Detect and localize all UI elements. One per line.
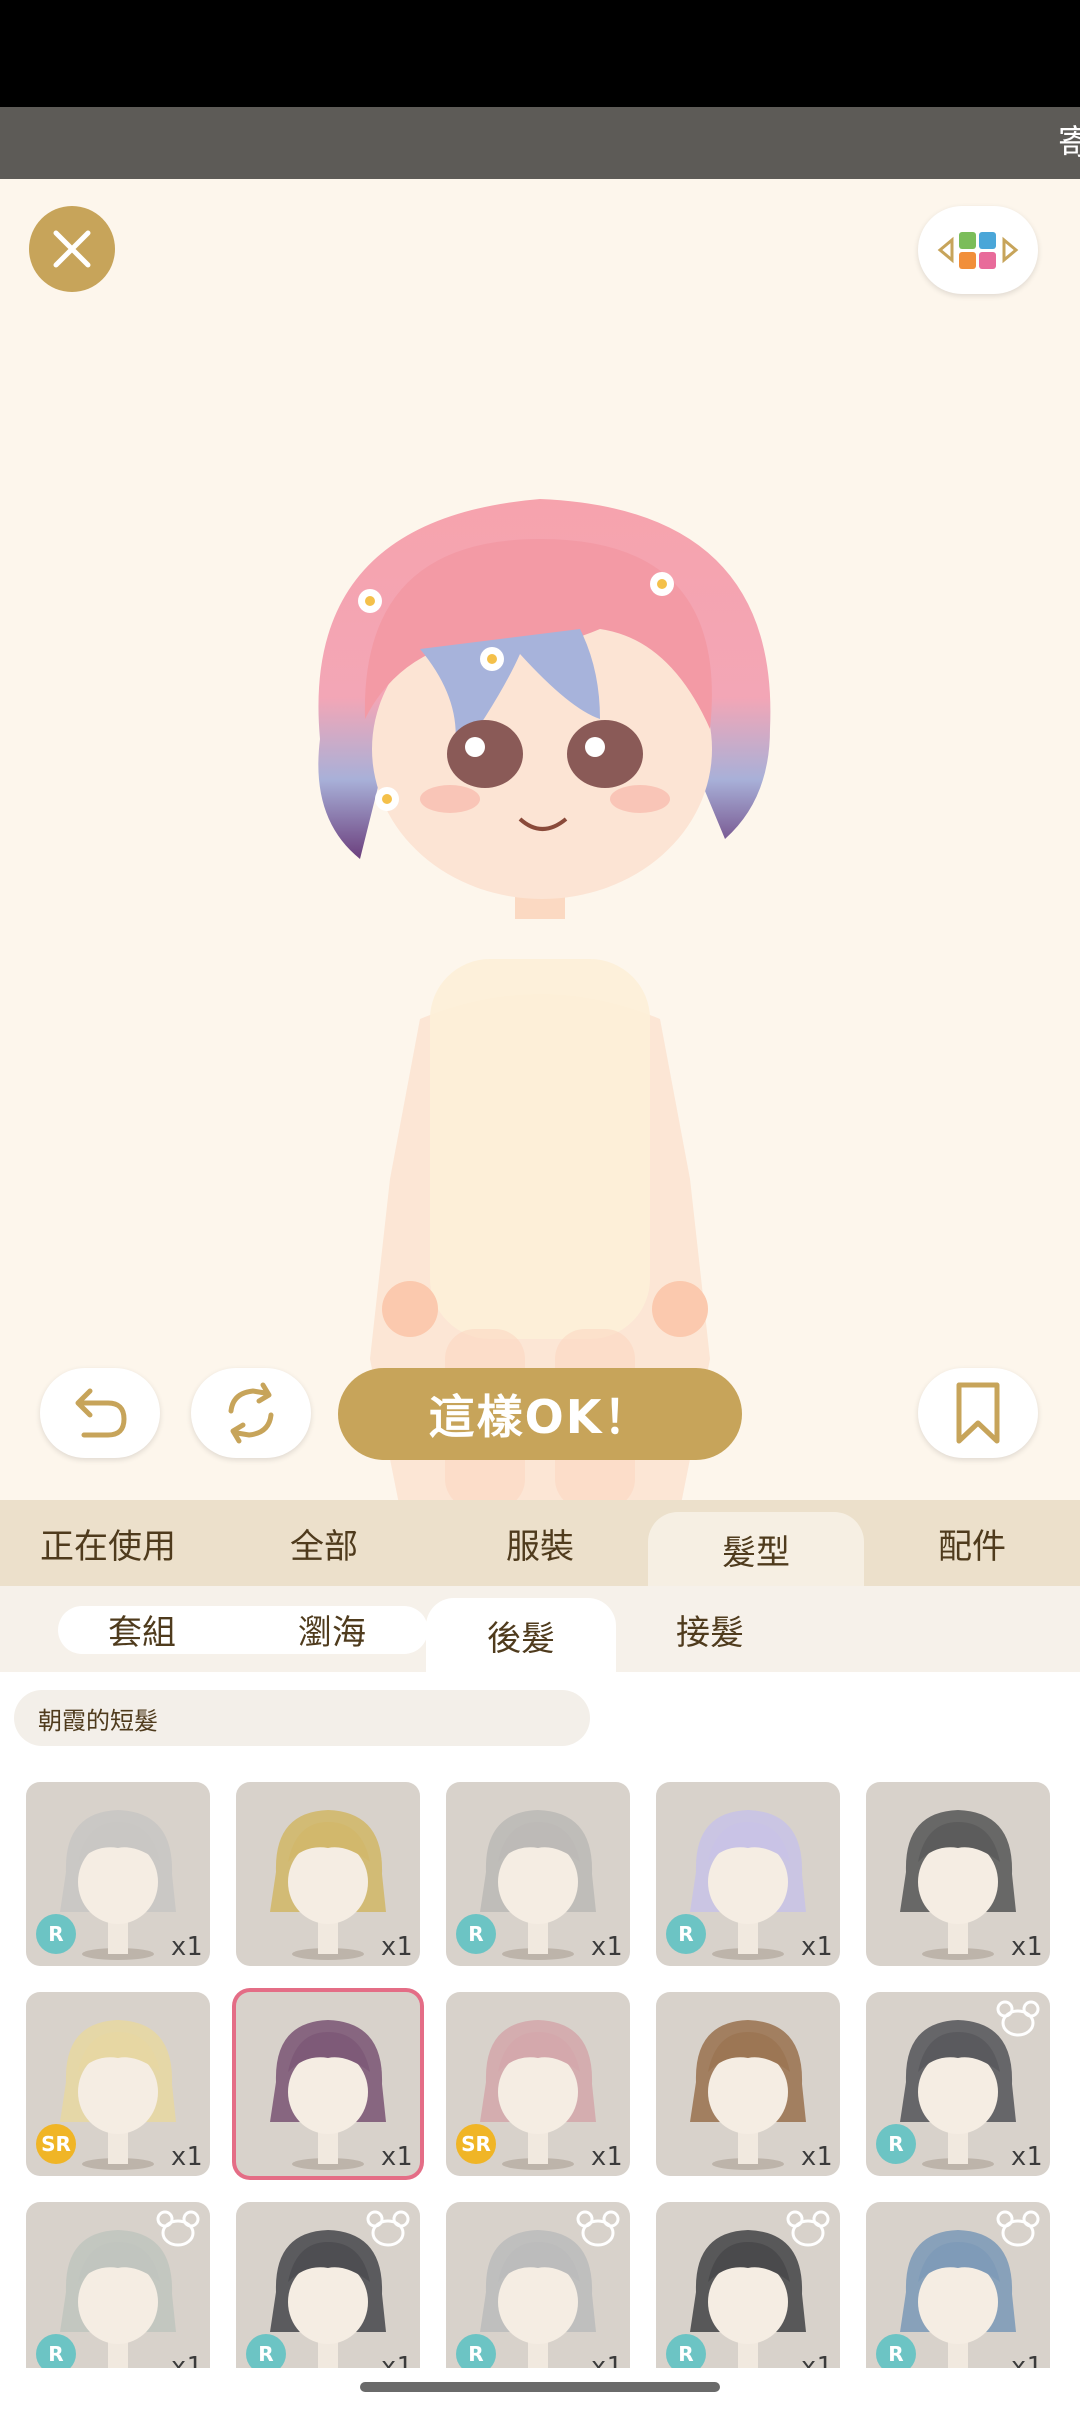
- hair-item-card[interactable]: x1: [656, 1992, 840, 2176]
- close-button[interactable]: [29, 206, 115, 292]
- rarity-badge: SR: [456, 2124, 496, 2164]
- item-quantity: x1: [170, 1932, 202, 1962]
- item-quantity: x1: [1010, 2352, 1042, 2368]
- rarity-badge: R: [456, 2334, 496, 2368]
- category-tabs: 正在使用 全部 服裝 髮型 配件: [0, 1500, 1080, 1586]
- hair-item-card[interactable]: Rx1: [866, 1992, 1050, 2176]
- avatar-character: [318, 499, 771, 1500]
- hair-item-card[interactable]: Rx1: [446, 2202, 630, 2368]
- hair-item-card[interactable]: x1: [236, 1992, 420, 2176]
- item-quantity: x1: [800, 2142, 832, 2172]
- item-quantity: x1: [590, 1932, 622, 1962]
- subtab-set[interactable]: 套組: [58, 1598, 226, 1660]
- undo-icon: [75, 1388, 127, 1438]
- item-quantity: x1: [170, 2352, 202, 2368]
- rarity-badge: R: [876, 2124, 916, 2164]
- item-quantity: x1: [380, 2352, 412, 2368]
- tab-outfits[interactable]: 服裝: [432, 1500, 648, 1586]
- confirm-outfit-button[interactable]: 這樣OK！: [338, 1368, 742, 1460]
- rarity-badge: R: [876, 2334, 916, 2368]
- hair-item-card[interactable]: Rx1: [236, 2202, 420, 2368]
- bear-icon: [996, 2000, 1040, 2037]
- tab-accessories[interactable]: 配件: [864, 1500, 1080, 1586]
- hair-item-card[interactable]: Rx1: [446, 1782, 630, 1966]
- item-quantity: x1: [800, 1932, 832, 1962]
- grid-swap-icon: [937, 232, 1019, 269]
- layout-switch-button[interactable]: [918, 206, 1038, 294]
- bookmark-button[interactable]: [918, 1368, 1038, 1458]
- bear-icon: [576, 2210, 620, 2247]
- home-bar: [0, 2368, 1080, 2412]
- item-quantity: x1: [800, 2352, 832, 2368]
- hair-item-card[interactable]: x1: [236, 1782, 420, 1966]
- ticker-text: 寄: [1058, 123, 1080, 163]
- refresh-icon: [228, 1382, 274, 1444]
- item-quantity: x1: [1010, 1932, 1042, 1962]
- item-quantity: x1: [590, 2352, 622, 2368]
- subtab-extensions[interactable]: 接髮: [626, 1598, 794, 1660]
- item-quantity: x1: [1010, 2142, 1042, 2172]
- rarity-badge: R: [666, 1914, 706, 1954]
- tab-hairstyles[interactable]: 髮型: [648, 1512, 864, 1586]
- bear-icon: [786, 2210, 830, 2247]
- close-icon: [53, 230, 91, 268]
- undo-button[interactable]: [40, 1368, 160, 1458]
- status-bar: [0, 0, 1080, 107]
- rarity-badge: R: [246, 2334, 286, 2368]
- bear-icon: [156, 2210, 200, 2247]
- item-quantity: x1: [590, 2142, 622, 2172]
- hair-item-card[interactable]: x1: [866, 1782, 1050, 1966]
- item-quantity: x1: [380, 1932, 412, 1962]
- home-indicator[interactable]: [360, 2382, 720, 2392]
- hair-item-card[interactable]: SR x1: [446, 1992, 630, 2176]
- item-panel: 朝霞的短髮 Rx1 x1 Rx1 Rx1 x1 SR x1 x1 SR x1 x1 Rx1 Rx1 Rx1…: [0, 1672, 1080, 2368]
- hair-subtabs: 套組 瀏海 後髮 接髮: [0, 1586, 1080, 1672]
- rarity-badge: R: [456, 1914, 496, 1954]
- tab-all[interactable]: 全部: [216, 1500, 432, 1586]
- item-quantity: x1: [380, 2142, 412, 2172]
- avatar-stage: 這樣OK！: [0, 179, 1080, 1500]
- randomize-button[interactable]: [191, 1368, 311, 1458]
- selected-item-name: 朝霞的短髮: [14, 1690, 590, 1746]
- subtab-back-hair[interactable]: 後髮: [426, 1598, 616, 1672]
- rarity-badge: SR: [36, 2124, 76, 2164]
- hair-item-card[interactable]: Rx1: [26, 2202, 210, 2368]
- bear-icon: [996, 2210, 1040, 2247]
- tab-in-use[interactable]: 正在使用: [0, 1500, 216, 1586]
- hair-item-card[interactable]: Rx1: [866, 2202, 1050, 2368]
- announcement-ticker: 寄: [0, 107, 1080, 179]
- hair-item-card[interactable]: Rx1: [656, 1782, 840, 1966]
- hair-item-card[interactable]: Rx1: [656, 2202, 840, 2368]
- item-quantity: x1: [170, 2142, 202, 2172]
- subtab-bangs[interactable]: 瀏海: [248, 1598, 416, 1660]
- rarity-badge: R: [666, 2334, 706, 2368]
- rarity-badge: R: [36, 2334, 76, 2368]
- bear-icon: [366, 2210, 410, 2247]
- rarity-badge: R: [36, 1914, 76, 1954]
- hair-item-card[interactable]: Rx1: [26, 1782, 210, 1966]
- hair-item-card[interactable]: SR x1: [26, 1992, 210, 2176]
- bookmark-icon: [956, 1382, 1000, 1444]
